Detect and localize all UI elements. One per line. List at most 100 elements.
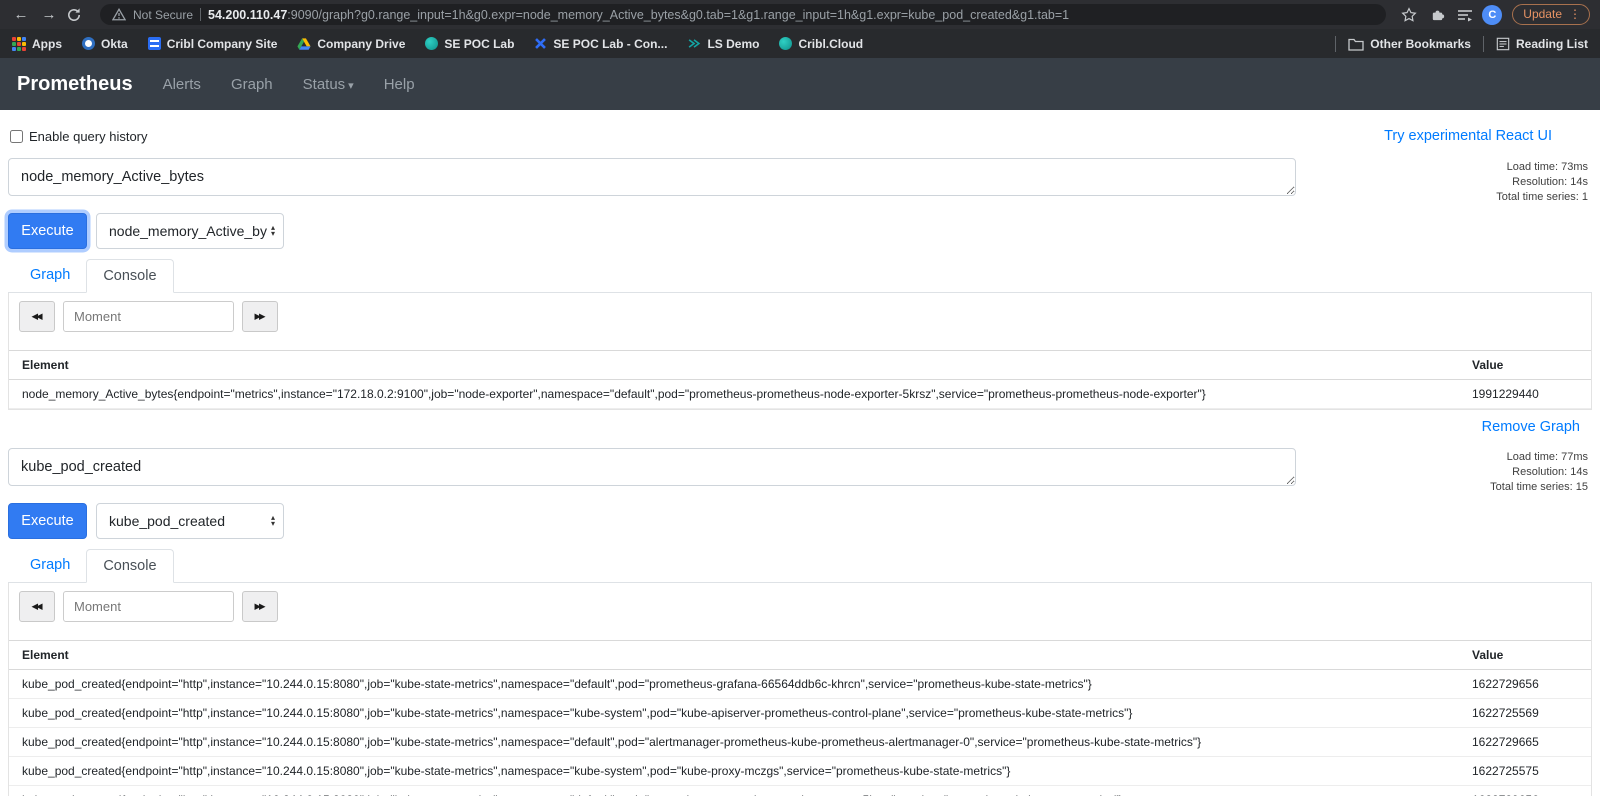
select-arrows-icon: ▴▾ (271, 225, 275, 237)
reading-list-button[interactable]: Reading List (1496, 37, 1588, 51)
url-host: 54.200.110.47 (208, 8, 287, 22)
moment-input[interactable] (63, 591, 234, 622)
load-time: Load time: 77ms (1296, 450, 1588, 465)
bookmark-company-drive[interactable]: Company Drive (297, 37, 405, 51)
update-label: Update (1523, 7, 1562, 21)
table-row: kube_pod_created{endpoint="http",instanc… (9, 728, 1591, 757)
load-time: Load time: 73ms (1296, 160, 1588, 175)
bookmarks-bar: Apps Okta Cribl Company Site Company Dri… (0, 29, 1600, 58)
react-ui-link[interactable]: Try experimental React UI (1384, 128, 1552, 144)
prometheus-brand[interactable]: Prometheus (17, 73, 133, 96)
address-bar[interactable]: Not Secure 54.200.110.47:9090/graph?g0.r… (100, 4, 1386, 25)
bookmark-star-icon[interactable] (1398, 7, 1420, 23)
prometheus-navbar: Prometheus Alerts Graph Status▾ Help (0, 58, 1600, 110)
bookmark-label: Cribl.Cloud (798, 37, 863, 51)
screen: ← → Not Secure 54.200.110.47:9090/graph?… (0, 0, 1600, 796)
table-row: node_memory_Active_bytes{endpoint="metri… (9, 380, 1591, 409)
other-bookmarks-button[interactable]: Other Bookmarks (1348, 37, 1471, 51)
omnibox-divider (200, 8, 201, 21)
media-controls-icon[interactable] (1454, 8, 1476, 22)
bookmark-okta[interactable]: Okta (82, 37, 128, 51)
query-history-row: Enable query history Try experimental Re… (10, 128, 1592, 144)
bookmark-cribl-cloud[interactable]: Cribl.Cloud (779, 37, 863, 51)
metric-select[interactable]: node_memory_Active_by ▴▾ (96, 213, 284, 249)
panel-tabs: Graph Console (8, 259, 1592, 293)
double-chevron-icon (687, 37, 701, 50)
fast-forward-icon: ▶▶ (254, 601, 265, 612)
metric-select-value: node_memory_Active_by (109, 223, 271, 239)
execute-button[interactable]: Execute (8, 213, 87, 249)
forward-icon[interactable]: → (38, 6, 60, 23)
element-header: Element (9, 351, 1459, 380)
bookmark-label: Cribl Company Site (167, 37, 278, 51)
url-text: 54.200.110.47:9090/graph?g0.range_input=… (208, 8, 1069, 22)
series-value: 1622729656 (1459, 670, 1591, 699)
panel-tabs: Graph Console (8, 549, 1592, 583)
execute-button[interactable]: Execute (8, 503, 87, 539)
element-header: Element (9, 641, 1459, 670)
query-panel-1: kube_pod_created Load time: 77ms Resolut… (8, 448, 1592, 796)
tab-console[interactable]: Console (86, 259, 173, 293)
chrome-update-button[interactable]: Update ⋮ (1512, 4, 1590, 25)
remove-graph-link[interactable]: Remove Graph (1482, 419, 1580, 435)
nav-help[interactable]: Help (384, 76, 415, 93)
query-expression-input[interactable]: node_memory_Active_bytes (8, 158, 1296, 196)
reading-list-icon (1496, 37, 1510, 51)
bookmark-apps[interactable]: Apps (12, 37, 62, 51)
series-element: kube_pod_created{endpoint="http",instanc… (9, 786, 1459, 796)
browser-menu-icon[interactable]: ⋮ (1569, 7, 1581, 21)
series-value: 1622725575 (1459, 757, 1591, 786)
tab-graph[interactable]: Graph (14, 549, 86, 582)
bookmark-ls-demo[interactable]: LS Demo (687, 37, 759, 51)
moment-input[interactable] (63, 301, 234, 332)
cribl-logo-icon (425, 37, 438, 50)
bookmarks-divider (1483, 36, 1484, 52)
resolution: Resolution: 14s (1296, 465, 1588, 480)
extensions-icon[interactable] (1426, 7, 1448, 22)
bookmark-cribl-company-site[interactable]: Cribl Company Site (148, 37, 278, 51)
cribl-site-icon (148, 37, 161, 50)
nav-status[interactable]: Status▾ (303, 76, 354, 93)
reload-icon[interactable] (66, 7, 88, 23)
nav-status-label: Status (303, 76, 346, 93)
tab-console[interactable]: Console (86, 549, 173, 583)
bookmark-label: SE POC Lab - Con... (553, 37, 667, 51)
moment-back-button[interactable]: ◀◀ (19, 591, 55, 622)
series-element: node_memory_Active_bytes{endpoint="metri… (9, 380, 1459, 409)
bookmarks-divider (1335, 36, 1336, 52)
query-expression-input[interactable]: kube_pod_created (8, 448, 1296, 486)
series-element: kube_pod_created{endpoint="http",instanc… (9, 670, 1459, 699)
okta-icon (82, 37, 95, 50)
table-row: kube_pod_created{endpoint="http",instanc… (9, 757, 1591, 786)
total-time-series: Total time series: 15 (1296, 480, 1588, 495)
cribl-cloud-icon (779, 37, 792, 50)
select-arrows-icon: ▴▾ (271, 515, 275, 527)
query-stats: Load time: 77ms Resolution: 14s Total ti… (1296, 448, 1592, 495)
bookmark-label: Company Drive (317, 37, 405, 51)
console-panel: ◀◀ ▶▶ Element Value kube_pod_created{end… (8, 583, 1592, 796)
value-header: Value (1459, 351, 1591, 380)
series-element: kube_pod_created{endpoint="http",instanc… (9, 757, 1459, 786)
rewind-icon: ◀◀ (31, 311, 42, 322)
moment-back-button[interactable]: ◀◀ (19, 301, 55, 332)
nav-alerts[interactable]: Alerts (163, 76, 201, 93)
not-secure-icon (112, 8, 126, 21)
series-element: kube_pod_created{endpoint="http",instanc… (9, 728, 1459, 757)
moment-forward-button[interactable]: ▶▶ (242, 591, 278, 622)
console-table: Element Value kube_pod_created{endpoint=… (9, 640, 1591, 796)
browser-toolbar: ← → Not Secure 54.200.110.47:9090/graph?… (0, 0, 1600, 29)
apps-grid-icon (12, 37, 26, 51)
bookmark-se-poc-lab-con[interactable]: SE POC Lab - Con... (534, 37, 667, 51)
back-icon[interactable]: ← (10, 6, 32, 23)
nav-graph[interactable]: Graph (231, 76, 273, 93)
chevron-down-icon: ▾ (348, 80, 354, 92)
enable-query-history-checkbox[interactable] (10, 130, 23, 143)
x-icon (534, 37, 547, 50)
query-stats: Load time: 73ms Resolution: 14s Total ti… (1296, 158, 1592, 205)
moment-forward-button[interactable]: ▶▶ (242, 301, 278, 332)
console-panel: ◀◀ ▶▶ Element Value node_memory_Active_b… (8, 293, 1592, 410)
metric-select[interactable]: kube_pod_created ▴▾ (96, 503, 284, 539)
bookmark-se-poc-lab[interactable]: SE POC Lab (425, 37, 514, 51)
profile-avatar[interactable]: C (1482, 5, 1502, 25)
tab-graph[interactable]: Graph (14, 259, 86, 292)
